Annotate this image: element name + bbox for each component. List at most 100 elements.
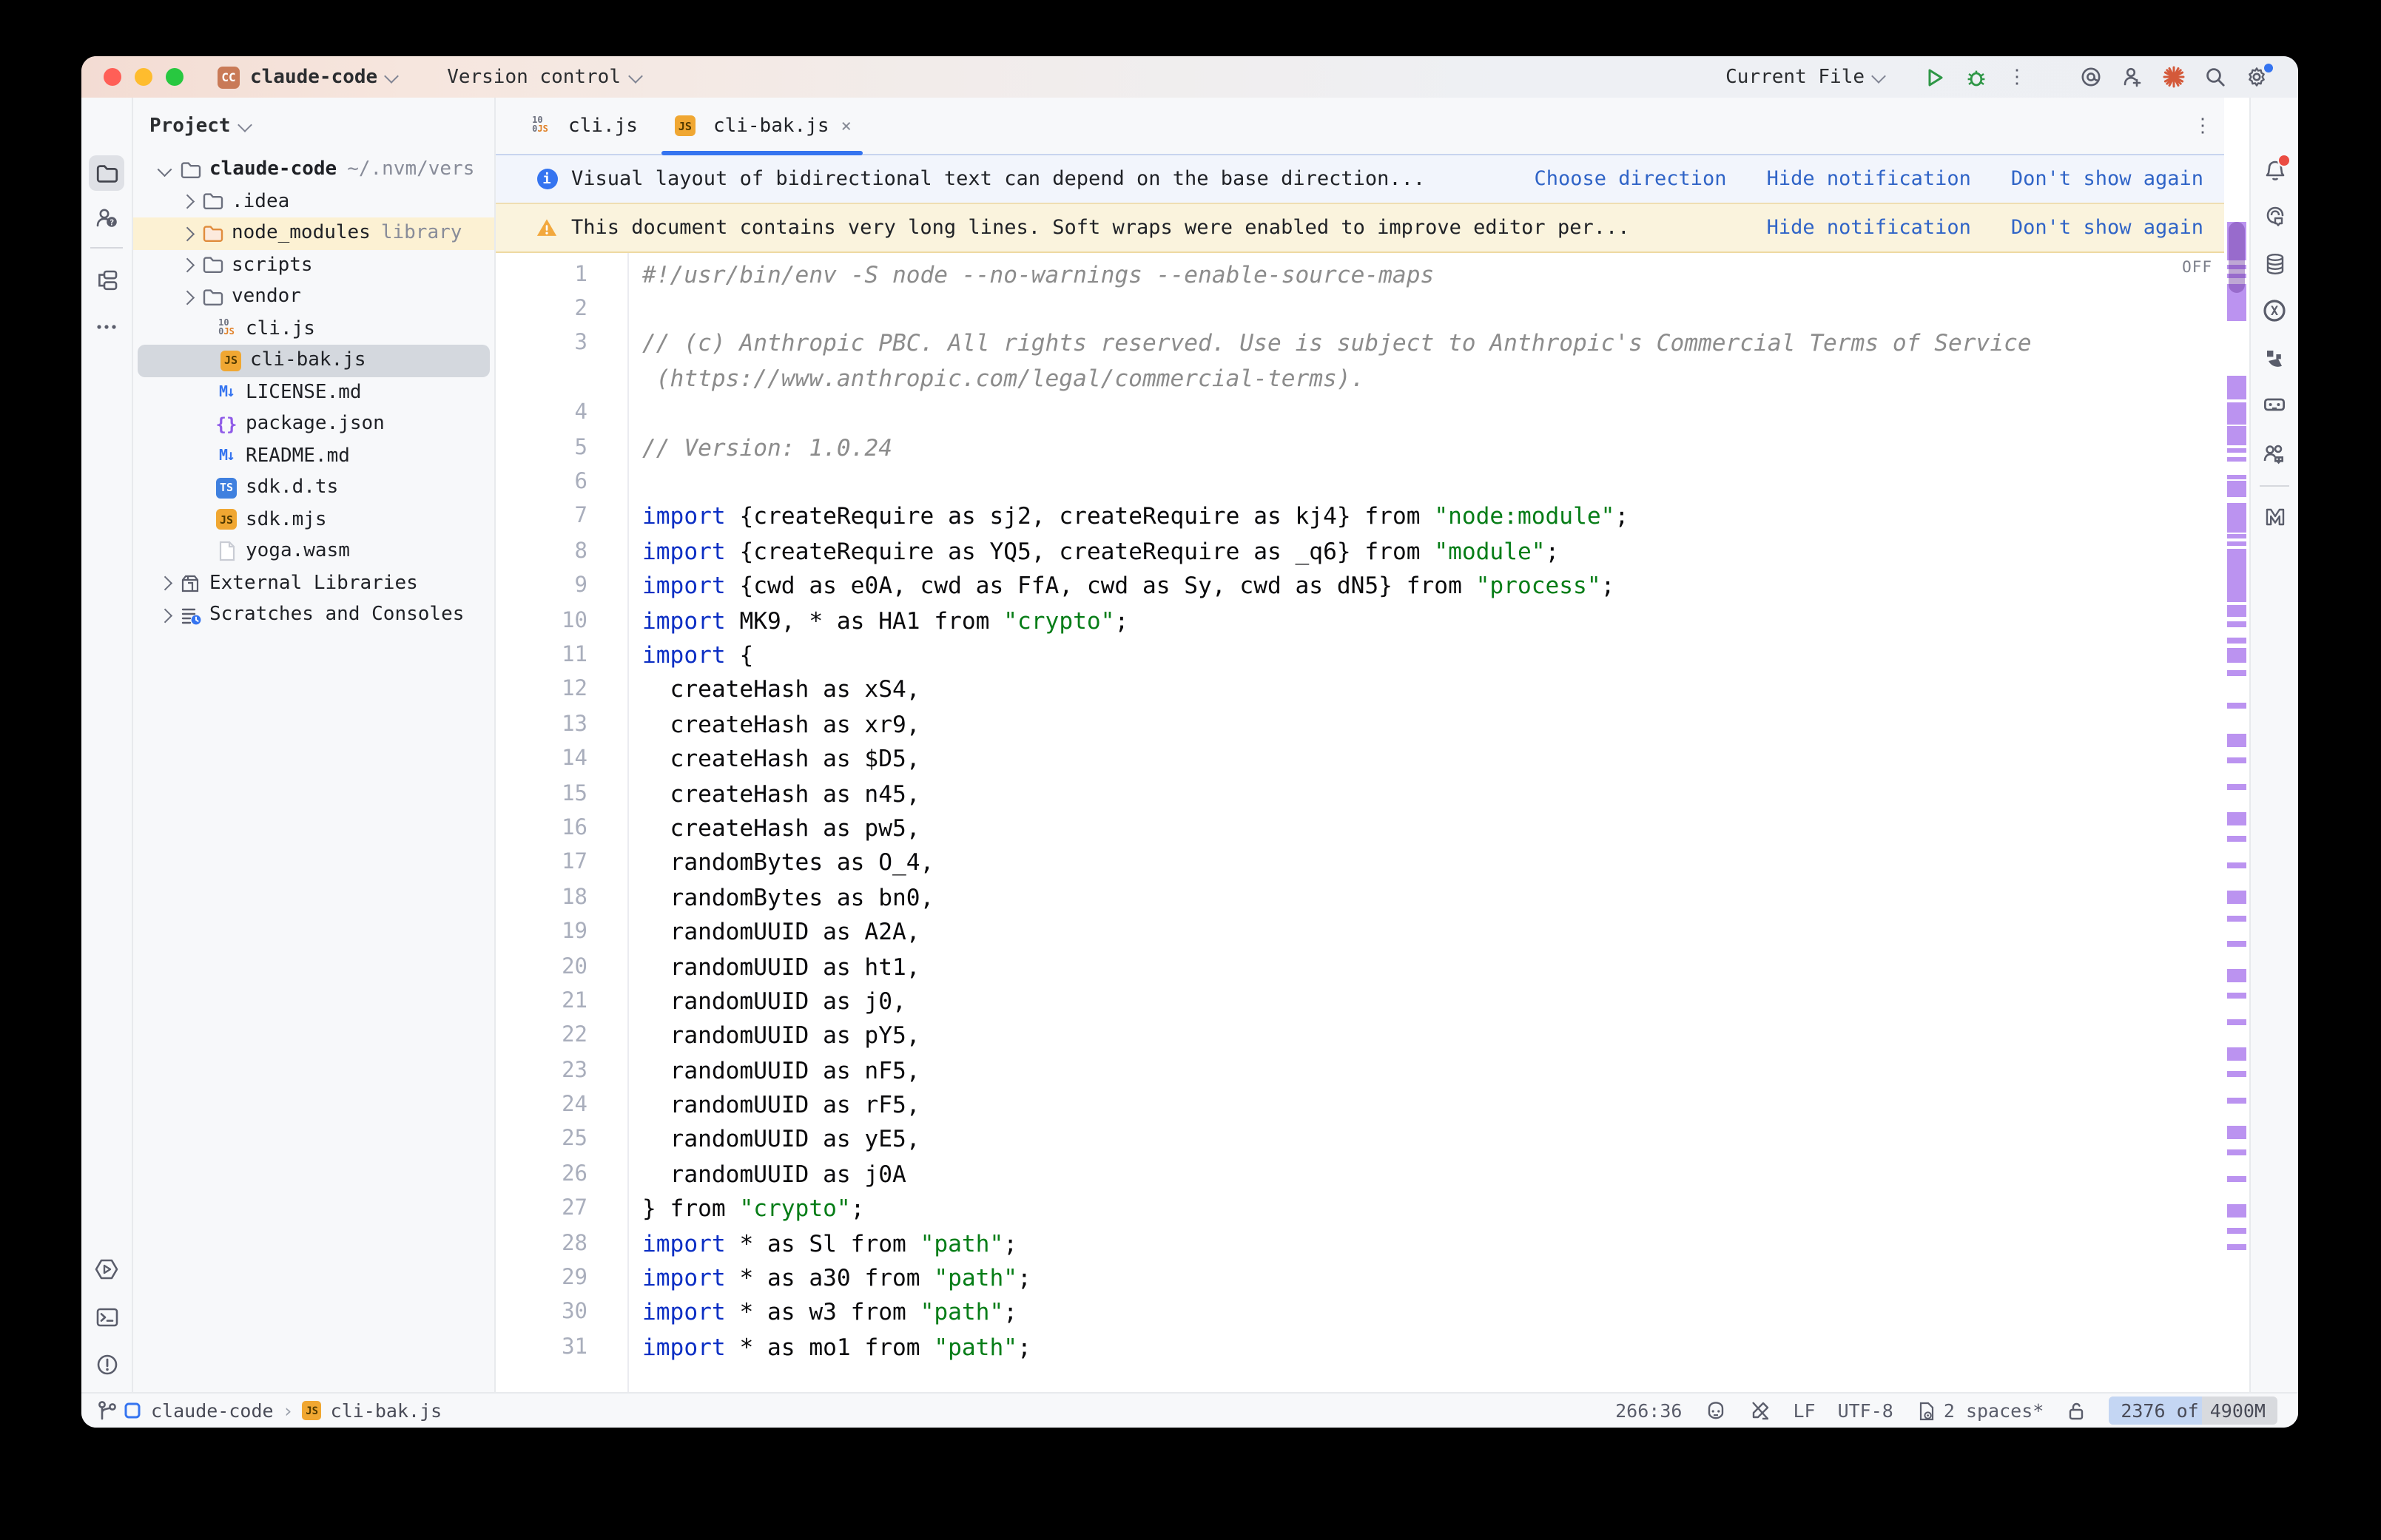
line-number[interactable]: 4: [496, 402, 587, 425]
tab-cli-js[interactable]: 100JS cli.js: [511, 98, 656, 154]
git-branch-icon[interactable]: [89, 1392, 124, 1428]
project-title-menu[interactable]: claude-code: [250, 66, 377, 88]
tree-chevron-icon[interactable]: [180, 290, 193, 303]
tree-chevron-icon[interactable]: [180, 195, 193, 208]
user-help-icon[interactable]: ?: [89, 200, 124, 235]
tree-chevron-icon[interactable]: [158, 161, 171, 175]
line-number[interactable]: 7: [496, 505, 587, 529]
project-folder-icon[interactable]: [89, 155, 124, 191]
line-number[interactable]: 9: [496, 574, 587, 598]
line-number[interactable]: 12: [496, 678, 587, 702]
tree-chevron-icon[interactable]: [158, 608, 171, 621]
highlighting-level-widget[interactable]: OFF: [2182, 259, 2212, 277]
breadcrumb-project[interactable]: claude-code: [151, 1399, 274, 1422]
more-icon[interactable]: [89, 309, 124, 345]
close-tab-icon[interactable]: ×: [841, 115, 852, 136]
line-number[interactable]: 26: [496, 1163, 587, 1186]
line-number[interactable]: 2: [496, 297, 587, 321]
copilot-icon[interactable]: [1704, 1399, 1726, 1422]
line-number[interactable]: 19: [496, 920, 587, 944]
ai-assistant-icon[interactable]: [2257, 198, 2292, 234]
problems-icon[interactable]: [89, 1346, 124, 1382]
tree-item-claude-code[interactable]: claude-code~/.nvm/vers: [133, 154, 494, 186]
tree-item-scripts[interactable]: scripts: [133, 249, 494, 281]
tree-item-scratches-and-consoles[interactable]: Scratches and Consoles: [133, 599, 494, 631]
ai-spark-icon[interactable]: [2153, 61, 2195, 93]
settings-icon[interactable]: [2236, 61, 2277, 93]
line-number[interactable]: 11: [496, 644, 587, 667]
tree-chevron-icon[interactable]: [158, 576, 171, 590]
line-number[interactable]: 17: [496, 851, 587, 875]
x-circle-icon[interactable]: X: [2257, 293, 2292, 328]
line-number[interactable]: 27: [496, 1197, 587, 1220]
tree-item-sdk-d-ts[interactable]: TSsdk.d.ts: [133, 472, 494, 504]
terminal-icon[interactable]: [89, 1299, 124, 1334]
line-number[interactable]: 23: [496, 1058, 587, 1082]
more-vertical-icon[interactable]: ⋮: [1996, 61, 2038, 93]
memory-indicator[interactable]: 2376 of 4900M: [2109, 1397, 2277, 1425]
m-tool-icon[interactable]: [2257, 499, 2292, 534]
line-number[interactable]: 8: [496, 540, 587, 564]
notifications-bell-icon[interactable]: [2257, 152, 2292, 188]
line-number[interactable]: 21: [496, 990, 587, 1013]
banner-link-choose-direction[interactable]: Choose direction: [1534, 167, 1726, 191]
caret-position[interactable]: 266:36: [1615, 1399, 1682, 1422]
line-number[interactable]: 31: [496, 1336, 587, 1360]
line-separator-widget[interactable]: LF: [1793, 1399, 1815, 1422]
line-number[interactable]: 24: [496, 1093, 587, 1117]
breadcrumb-file[interactable]: cli-bak.js: [331, 1399, 442, 1422]
banner-link-don-t-show-again[interactable]: Don't show again: [2011, 216, 2203, 240]
tree-item-node-modules[interactable]: node_moduleslibrary: [133, 217, 494, 249]
code-viewport[interactable]: 1#!/usr/bin/env -S node --no-warnings --…: [496, 253, 2224, 1392]
line-number[interactable]: 3: [496, 332, 587, 356]
scrollbar-thumb[interactable]: [2229, 222, 2245, 293]
encoding-widget[interactable]: UTF-8: [1838, 1399, 1893, 1422]
line-number[interactable]: 30: [496, 1301, 587, 1325]
add-user-icon[interactable]: [2112, 61, 2153, 93]
run-hexagon-icon[interactable]: [89, 1252, 124, 1287]
structure-icon[interactable]: [89, 262, 124, 297]
line-number[interactable]: 25: [496, 1128, 587, 1152]
database-icon[interactable]: [2257, 246, 2292, 281]
minimize-window-icon[interactable]: [135, 68, 152, 86]
line-number[interactable]: 28: [496, 1232, 587, 1255]
line-number[interactable]: 10: [496, 609, 587, 632]
line-number[interactable]: 15: [496, 782, 587, 806]
tree-item-yoga-wasm[interactable]: yoga.wasm: [133, 536, 494, 567]
tree-item-license-md[interactable]: M↓LICENSE.md: [133, 376, 494, 408]
project-panel-header[interactable]: Project: [133, 98, 494, 154]
line-number[interactable]: 20: [496, 955, 587, 979]
banner-link-don-t-show-again[interactable]: Don't show again: [2011, 167, 2203, 191]
tree-item-sdk-mjs[interactable]: JSsdk.mjs: [133, 504, 494, 536]
debug-icon[interactable]: [1955, 61, 1996, 93]
indent-widget[interactable]: 2 spaces*: [1916, 1399, 2044, 1422]
run-configuration-selector[interactable]: Current File: [1725, 66, 1865, 88]
tree-chevron-icon[interactable]: [180, 258, 193, 271]
tree-chevron-icon[interactable]: [180, 226, 193, 240]
mentions-icon[interactable]: [2070, 61, 2112, 93]
plugin-blocks-icon[interactable]: [2257, 340, 2292, 376]
search-icon[interactable]: [2195, 61, 2236, 93]
line-number[interactable]: 29: [496, 1266, 587, 1290]
close-window-icon[interactable]: [104, 68, 121, 86]
tree-item-vendor[interactable]: vendor: [133, 281, 494, 313]
banner-link-hide-notification[interactable]: Hide notification: [1767, 216, 1971, 240]
tree-item-cli-bak-js[interactable]: JScli-bak.js: [138, 345, 490, 376]
line-number[interactable]: 18: [496, 885, 587, 909]
zoom-window-icon[interactable]: [166, 68, 183, 86]
run-icon[interactable]: [1913, 61, 1955, 93]
tree-item-readme-md[interactable]: M↓README.md: [133, 440, 494, 472]
project-widget-icon[interactable]: [123, 1401, 142, 1420]
tree-item-cli-js[interactable]: 100JScli.js: [133, 313, 494, 345]
tree-item-external-libraries[interactable]: External Libraries: [133, 567, 494, 599]
line-number[interactable]: 1: [496, 263, 587, 286]
line-number[interactable]: 6: [496, 470, 587, 494]
line-number[interactable]: 14: [496, 747, 587, 771]
vcs-menu[interactable]: Version control: [447, 66, 621, 88]
tab-options-icon[interactable]: ⋮: [2193, 98, 2212, 154]
line-number[interactable]: 5: [496, 436, 587, 459]
line-number[interactable]: 16: [496, 817, 587, 840]
banner-link-hide-notification[interactable]: Hide notification: [1767, 167, 1971, 191]
tree-item--idea[interactable]: .idea: [133, 186, 494, 217]
highlight-off-icon[interactable]: [1748, 1399, 1771, 1422]
